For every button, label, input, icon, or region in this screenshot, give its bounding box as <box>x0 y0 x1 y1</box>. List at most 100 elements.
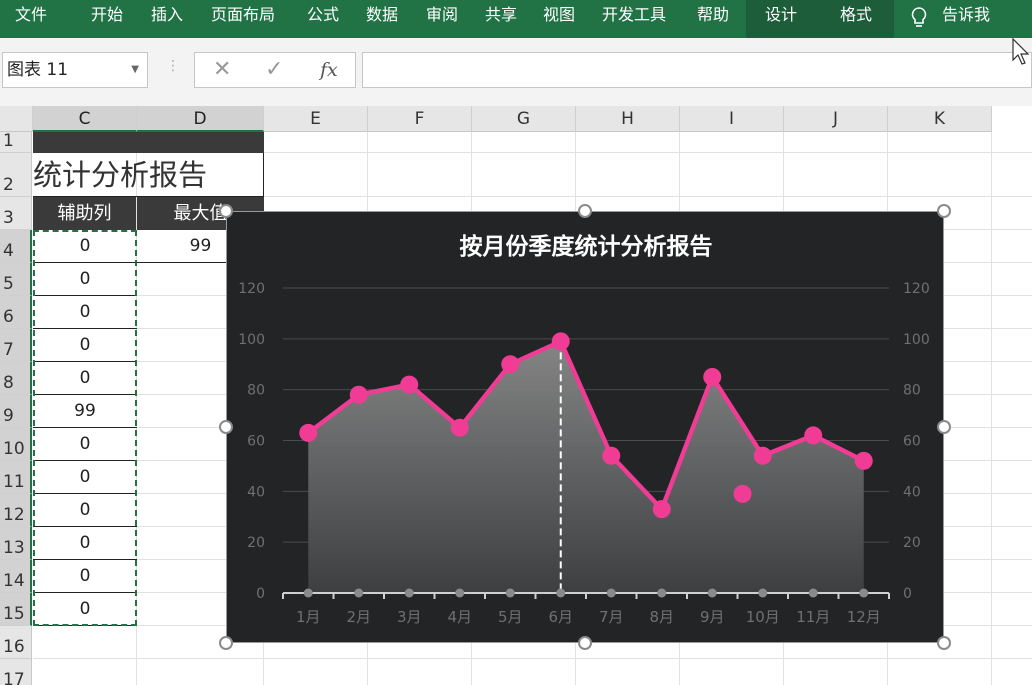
data-point <box>501 355 520 374</box>
chart-object[interactable]: 按月份季度统计分析报告 0 20 40 60 80 100 120 0 20 40 60 80 100 12… <box>226 211 944 643</box>
x-tick-label: 6月 <box>548 608 573 626</box>
column-header-k[interactable]: K <box>888 106 992 132</box>
axis-dot <box>808 588 818 598</box>
data-point <box>703 367 722 386</box>
x-tick-label: 2月 <box>346 608 371 626</box>
tab-share[interactable]: 共享 <box>485 0 517 32</box>
sheet-title-cell[interactable]: 统计分析报告 <box>33 153 264 197</box>
column-header-i[interactable]: I <box>680 106 784 132</box>
drag-handle-icon[interactable]: ⋮ <box>166 58 180 74</box>
secondary-y-tick-label: 120 <box>903 281 930 297</box>
stray-data-point <box>733 484 752 503</box>
enter-icon[interactable]: ✓ <box>265 53 283 87</box>
formula-input[interactable] <box>362 52 1032 88</box>
row-header-4[interactable]: 4 <box>0 230 32 263</box>
name-box[interactable]: 图表 11 ▼ <box>2 52 148 88</box>
ribbon: 文件 开始 插入 页面布局 公式 数据 审阅 共享 视图 开发工具 帮助 设计 … <box>0 0 1032 38</box>
y-tick-label: 80 <box>247 383 265 399</box>
row-header-7[interactable]: 7 <box>0 329 32 362</box>
tab-developer[interactable]: 开发工具 <box>602 0 666 32</box>
axis-dot <box>657 588 667 598</box>
secondary-y-tick-label: 20 <box>903 535 921 551</box>
data-point <box>652 500 671 519</box>
row-header-14[interactable]: 14 <box>0 560 32 593</box>
row-header-5[interactable]: 5 <box>0 263 32 296</box>
resize-handle-top-left[interactable] <box>219 204 233 218</box>
resize-handle-bottom-left[interactable] <box>219 636 233 650</box>
row-header-12[interactable]: 12 <box>0 494 32 527</box>
tab-chart-design[interactable]: 设计 <box>765 0 797 32</box>
formula-bar: 图表 11 ▼ ⋮ ✕ ✓ fx <box>0 38 1032 106</box>
helper-column-header[interactable]: 辅助列 <box>33 197 136 230</box>
data-point <box>299 423 318 442</box>
data-point <box>602 446 621 465</box>
column-header-e[interactable]: E <box>264 106 368 132</box>
axis-dot <box>404 588 414 598</box>
axis-dot <box>505 588 515 598</box>
resize-handle-right[interactable] <box>937 420 951 434</box>
row-header-1[interactable]: 1 <box>0 131 32 153</box>
chevron-down-icon[interactable]: ▼ <box>131 53 139 87</box>
row-header-11[interactable]: 11 <box>0 461 32 494</box>
axis-dot <box>303 588 313 598</box>
row-header-15[interactable]: 15 <box>0 593 32 626</box>
x-tick-label: 10月 <box>746 608 780 626</box>
x-tick-label: 1月 <box>296 608 321 626</box>
axis-dot <box>455 588 465 598</box>
x-tick-label: 7月 <box>599 608 624 626</box>
tab-page-layout[interactable]: 页面布局 <box>211 0 275 32</box>
row-header-10[interactable]: 10 <box>0 428 32 461</box>
resize-handle-left[interactable] <box>219 420 233 434</box>
column-header-g[interactable]: G <box>472 106 576 132</box>
row-header-17[interactable]: 17 <box>0 659 32 685</box>
cancel-icon[interactable]: ✕ <box>213 53 231 87</box>
row-header-9[interactable]: 9 <box>0 395 32 428</box>
resize-handle-bottom[interactable] <box>578 636 592 650</box>
column-header-c[interactable]: C <box>33 106 137 132</box>
tab-file[interactable]: 文件 <box>15 0 47 32</box>
row-header-8[interactable]: 8 <box>0 362 32 395</box>
tab-chart-format[interactable]: 格式 <box>840 0 872 32</box>
row-header-3[interactable]: 3 <box>0 197 32 230</box>
tab-insert[interactable]: 插入 <box>151 0 183 32</box>
row-header-13[interactable]: 13 <box>0 527 32 560</box>
secondary-y-tick-label: 40 <box>903 484 921 500</box>
resize-handle-top[interactable] <box>578 204 592 218</box>
axis-dot <box>606 588 616 598</box>
x-tick-label: 9月 <box>700 608 725 626</box>
row-header-16[interactable]: 16 <box>0 626 32 659</box>
y-tick-label: 20 <box>247 535 265 551</box>
copy-selection-marquee <box>33 230 137 626</box>
resize-handle-bottom-right[interactable] <box>937 636 951 650</box>
column-header-d[interactable]: D <box>137 106 264 132</box>
axis-dot <box>354 588 364 598</box>
column-header-j[interactable]: J <box>784 106 888 132</box>
formula-buttons: ✕ ✓ fx <box>194 52 356 88</box>
tab-review[interactable]: 审阅 <box>426 0 458 32</box>
column-header-f[interactable]: F <box>368 106 472 132</box>
tab-help[interactable]: 帮助 <box>697 0 729 32</box>
tell-me-box[interactable]: 告诉我 <box>942 0 990 32</box>
x-tick-label: 3月 <box>397 608 422 626</box>
secondary-y-tick-label: 80 <box>903 383 921 399</box>
data-point <box>854 451 873 470</box>
resize-handle-top-right[interactable] <box>937 204 951 218</box>
insert-function-icon[interactable]: fx <box>320 53 338 87</box>
tab-formulas[interactable]: 公式 <box>307 0 339 32</box>
secondary-y-tick-label: 100 <box>903 332 930 348</box>
axis-dot <box>859 588 869 598</box>
y-tick-label: 40 <box>247 484 265 500</box>
y-tick-label: 0 <box>256 586 265 602</box>
tab-data[interactable]: 数据 <box>366 0 398 32</box>
row-header-2[interactable]: 2 <box>0 153 32 197</box>
select-all-corner[interactable] <box>0 106 33 132</box>
tab-home[interactable]: 开始 <box>91 0 123 32</box>
y-tick-label: 100 <box>238 332 265 348</box>
column-header-h[interactable]: H <box>576 106 680 132</box>
tab-view[interactable]: 视图 <box>543 0 575 32</box>
row-header-6[interactable]: 6 <box>0 296 32 329</box>
series-area <box>308 341 864 593</box>
lightbulb-icon <box>911 7 927 27</box>
name-box-value: 图表 11 <box>7 60 69 80</box>
line-chart: 按月份季度统计分析报告 0 20 40 60 80 100 120 0 20 40 60 80 100 12… <box>238 233 930 626</box>
